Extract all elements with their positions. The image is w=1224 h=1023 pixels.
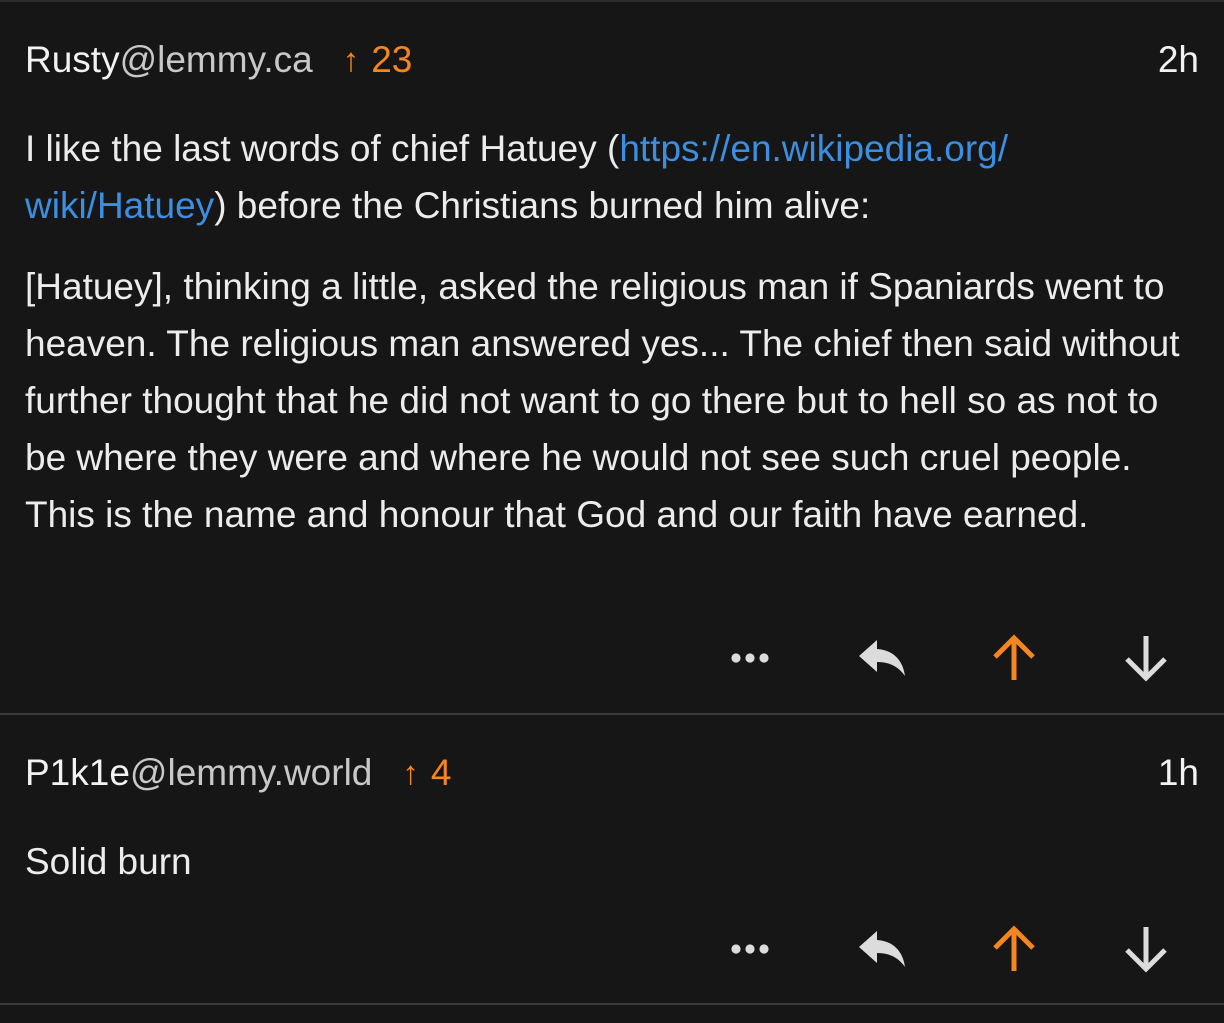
more-button[interactable] [718, 919, 782, 979]
comment-body-paragraph: Solid burn [25, 833, 1185, 890]
comment-actions [0, 919, 1224, 979]
downvote-button[interactable] [1114, 628, 1178, 688]
comment: P1k1e @lemmy.world ↑ 4 1h Solid burn [0, 715, 1224, 1003]
score: ↑ 4 [402, 752, 451, 794]
paragraph-text: ) before the Christians burned him alive… [214, 185, 871, 226]
reply-button[interactable] [850, 628, 914, 688]
downvote-icon [1125, 927, 1167, 973]
downvote-icon [1125, 636, 1167, 682]
comment-actions [0, 628, 1224, 688]
comment-header: P1k1e @lemmy.world ↑ 4 1h [25, 749, 1199, 797]
score-value: 4 [430, 752, 452, 793]
comment: Rusty @lemmy.ca ↑ 23 2h I like the last … [0, 2, 1224, 713]
comment-quote-paragraph: [Hatuey], thinking a little, asked the r… [25, 258, 1185, 543]
paragraph-text: [Hatuey], thinking a little, asked the r… [25, 266, 1180, 535]
more-icon [731, 944, 769, 954]
upvote-icon [993, 925, 1035, 971]
timestamp: 2h [1157, 39, 1199, 80]
reply-icon [859, 931, 905, 967]
comment-body-paragraph: I like the last words of chief Hatuey (h… [25, 120, 1185, 234]
user-instance[interactable]: @lemmy.ca [120, 39, 313, 81]
paragraph-text: Solid burn [25, 841, 192, 882]
reply-button[interactable] [850, 919, 914, 979]
upvote-button[interactable] [982, 628, 1046, 688]
reply-icon [859, 640, 905, 676]
upvote-button[interactable] [982, 919, 1046, 979]
upvote-icon [993, 634, 1035, 680]
score: ↑ 23 [343, 39, 413, 81]
score-arrow-icon: ↑ [402, 754, 419, 791]
score-value: 23 [371, 39, 413, 80]
score-arrow-icon: ↑ [342, 41, 360, 78]
paragraph-text: I like the last words of chief Hatuey ( [25, 128, 620, 169]
downvote-button[interactable] [1114, 919, 1178, 979]
more-icon [731, 653, 769, 663]
user-name[interactable]: P1k1e [25, 752, 130, 794]
user-name[interactable]: Rusty [25, 39, 120, 81]
timestamp: 1h [1157, 752, 1199, 793]
comment-divider [0, 1003, 1224, 1005]
user-instance[interactable]: @lemmy.world [130, 752, 372, 794]
comment-header: Rusty @lemmy.ca ↑ 23 2h [25, 36, 1199, 84]
more-button[interactable] [718, 628, 782, 688]
